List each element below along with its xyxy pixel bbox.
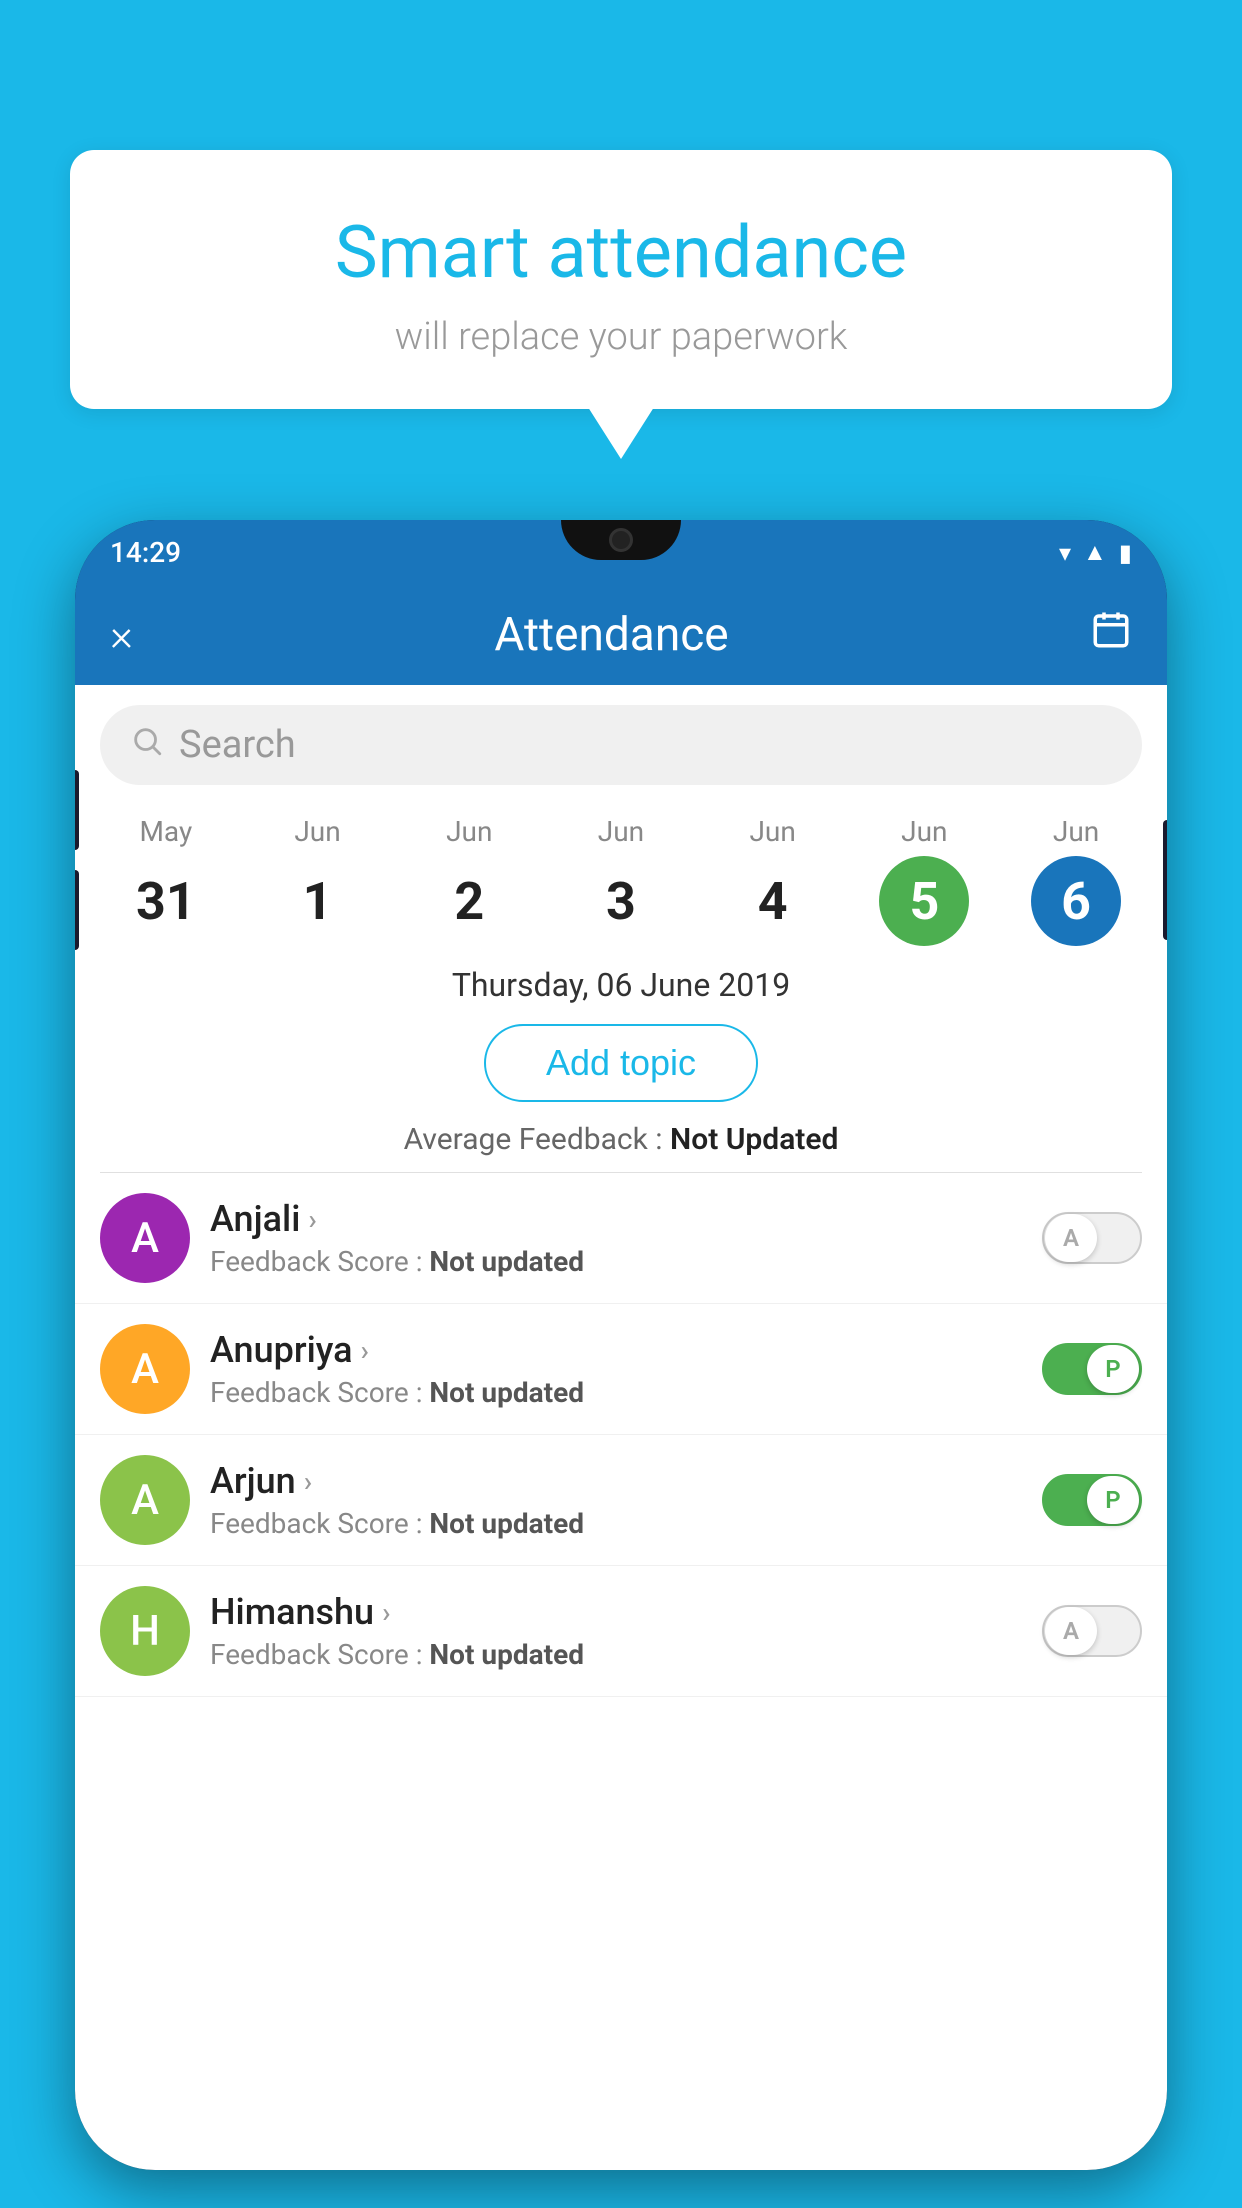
cal-date-number: 2 [424, 856, 514, 946]
student-avatar-2: A [100, 1455, 190, 1545]
search-icon [130, 724, 164, 767]
student-feedback-2: Feedback Score : Not updated [210, 1507, 1022, 1540]
app-content: Search May 31 Jun 1 Jun 2 Jun 3 Jun 4 Jun 5 Jun 6 Thu… [75, 685, 1167, 2170]
cal-month-label: Jun [446, 815, 492, 848]
avg-feedback-value: Not Updated [670, 1122, 838, 1157]
calendar-day-6[interactable]: Jun 6 [1031, 815, 1121, 946]
phone-container: 14:29 ▾ ▲ ▮ × Attendance [75, 520, 1167, 2208]
cal-month-label: Jun [598, 815, 644, 848]
student-item-0[interactable]: A Anjali › Feedback Score : Not updated A [75, 1173, 1167, 1304]
attendance-toggle-2[interactable]: P [1042, 1474, 1142, 1526]
student-name-1: Anupriya › [210, 1329, 1022, 1371]
calendar-day-5[interactable]: Jun 5 [879, 815, 969, 946]
add-topic-button[interactable]: Add topic [484, 1024, 758, 1102]
volume-down-button [75, 870, 79, 950]
signal-icon: ▲ [1083, 538, 1107, 567]
student-name-0: Anjali › [210, 1198, 1022, 1240]
cal-date-number: 3 [576, 856, 666, 946]
page-title: Attendance [494, 608, 728, 662]
attendance-toggle-0[interactable]: A [1042, 1212, 1142, 1264]
speech-bubble-container: Smart attendance will replace your paper… [70, 150, 1172, 409]
battery-icon: ▮ [1119, 539, 1132, 567]
cal-month-label: May [139, 815, 192, 848]
student-info-2: Arjun › Feedback Score : Not updated [210, 1460, 1022, 1540]
phone-device: 14:29 ▾ ▲ ▮ × Attendance [75, 520, 1167, 2170]
phone-camera [609, 528, 633, 552]
cal-date-number: 1 [273, 856, 363, 946]
calendar-day-2[interactable]: Jun 2 [424, 815, 514, 946]
calendar-day-0[interactable]: May 31 [121, 815, 211, 946]
student-avatar-1: A [100, 1324, 190, 1414]
cal-month-label: Jun [901, 815, 947, 848]
chevron-icon: › [304, 1465, 312, 1498]
cal-month-label: Jun [294, 815, 340, 848]
close-button[interactable]: × [110, 609, 133, 661]
student-avatar-0: A [100, 1193, 190, 1283]
student-feedback-0: Feedback Score : Not updated [210, 1245, 1022, 1278]
student-avatar-3: H [100, 1586, 190, 1676]
student-feedback-3: Feedback Score : Not updated [210, 1638, 1022, 1671]
avg-feedback-prefix: Average Feedback : [404, 1122, 670, 1157]
cal-date-number: 6 [1031, 856, 1121, 946]
power-button [1163, 820, 1167, 940]
student-feedback-1: Feedback Score : Not updated [210, 1376, 1022, 1409]
wifi-icon: ▾ [1059, 539, 1071, 567]
calendar-icon[interactable] [1090, 609, 1132, 661]
calendar-day-1[interactable]: Jun 1 [273, 815, 363, 946]
attendance-toggle-1[interactable]: P [1042, 1343, 1142, 1395]
cal-month-label: Jun [1053, 815, 1099, 848]
student-item-1[interactable]: A Anupriya › Feedback Score : Not updated P [75, 1304, 1167, 1435]
speech-bubble: Smart attendance will replace your paper… [70, 150, 1172, 409]
student-name-3: Himanshu › [210, 1591, 1022, 1633]
calendar-strip: May 31 Jun 1 Jun 2 Jun 3 Jun 4 Jun 5 Jun 6 [75, 795, 1167, 951]
speech-bubble-title: Smart attendance [120, 210, 1122, 295]
student-list: AAnjali ›Feedback Score : Not updatedAAA… [75, 1173, 1167, 1697]
search-input-placeholder: Search [179, 723, 296, 767]
search-bar[interactable]: Search [100, 705, 1142, 785]
avg-feedback: Average Feedback : Not Updated [75, 1112, 1167, 1172]
calendar-day-3[interactable]: Jun 3 [576, 815, 666, 946]
student-info-3: Himanshu › Feedback Score : Not updated [210, 1591, 1022, 1671]
cal-month-label: Jun [749, 815, 795, 848]
chevron-icon: › [308, 1203, 316, 1236]
selected-date-label: Thursday, 06 June 2019 [75, 951, 1167, 1014]
attendance-toggle-3[interactable]: A [1042, 1605, 1142, 1657]
student-name-2: Arjun › [210, 1460, 1022, 1502]
volume-up-button [75, 770, 79, 850]
student-item-2[interactable]: A Arjun › Feedback Score : Not updated P [75, 1435, 1167, 1566]
cal-date-number: 4 [728, 856, 818, 946]
chevron-icon: › [382, 1596, 390, 1629]
status-icons: ▾ ▲ ▮ [1059, 538, 1132, 567]
student-info-1: Anupriya › Feedback Score : Not updated [210, 1329, 1022, 1409]
speech-bubble-subtitle: will replace your paperwork [120, 315, 1122, 359]
student-info-0: Anjali › Feedback Score : Not updated [210, 1198, 1022, 1278]
student-item-3[interactable]: H Himanshu › Feedback Score : Not updated A [75, 1566, 1167, 1697]
cal-date-number: 31 [121, 856, 211, 946]
chevron-icon: › [361, 1334, 369, 1367]
calendar-day-4[interactable]: Jun 4 [728, 815, 818, 946]
app-header: × Attendance [75, 585, 1167, 685]
cal-date-number: 5 [879, 856, 969, 946]
status-time: 14:29 [110, 536, 181, 569]
